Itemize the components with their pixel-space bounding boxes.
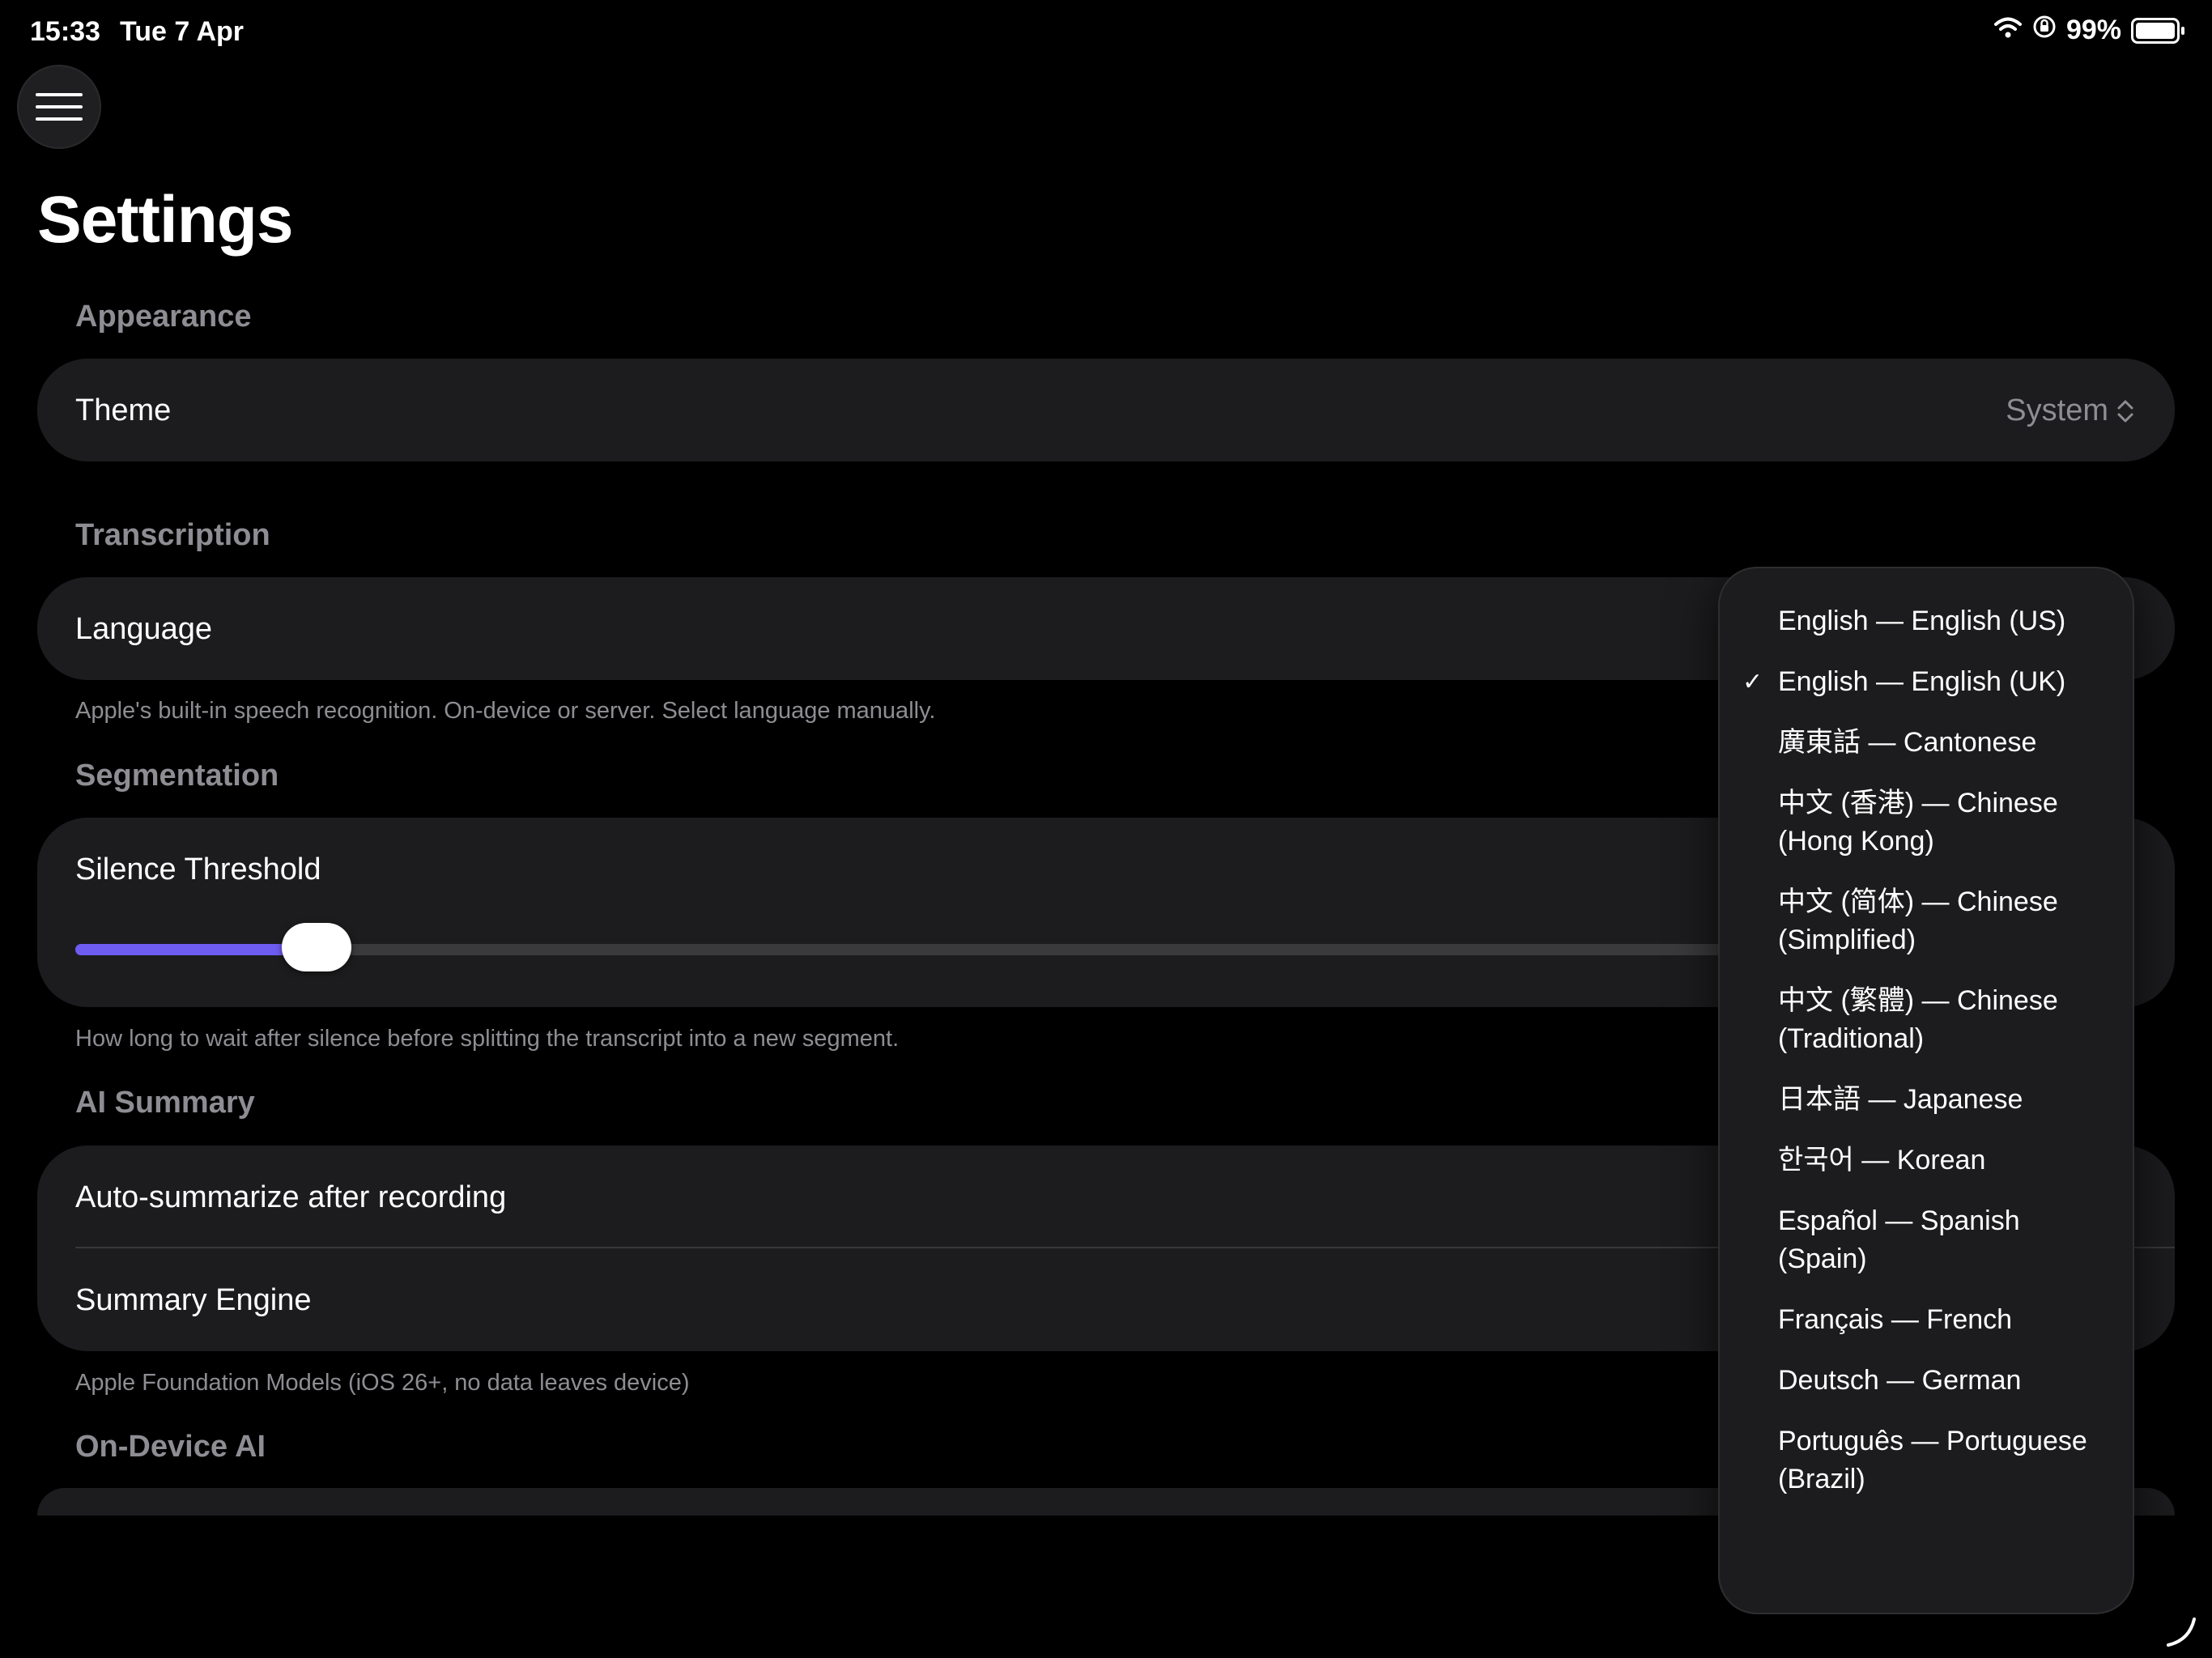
menu-button[interactable] <box>19 66 100 147</box>
ai-summary-footnote: Apple Foundation Models (iOS 26+, no dat… <box>75 1370 690 1396</box>
language-option-label: English — English (UK) <box>1778 666 2066 697</box>
orientation-lock-icon <box>2032 15 2057 46</box>
language-option-label: 中文 (繁體) — Chinese (Traditional) <box>1778 985 2058 1054</box>
slider-thumb[interactable] <box>281 923 351 971</box>
battery-percent: 99% <box>2065 15 2121 45</box>
auto-summarize-label: Auto-summarize after recording <box>75 1180 507 1214</box>
theme-picker[interactable]: System <box>2006 393 2134 428</box>
battery-icon <box>2131 17 2184 44</box>
theme-row[interactable]: Theme System <box>37 359 2175 461</box>
language-label: Language <box>75 612 213 646</box>
transcription-footnote: Apple's built-in speech recognition. On-… <box>75 698 936 724</box>
section-header-ai-summary: AI Summary <box>75 1086 255 1120</box>
checkmark-icon: ✓ <box>1742 669 1763 695</box>
language-option-label: 中文 (简体) — Chinese (Simplified) <box>1778 886 2058 955</box>
chevron-up-down-icon <box>2117 400 2133 422</box>
language-option[interactable]: 中文 (简体) — Chinese (Simplified) <box>1720 872 2133 971</box>
status-date: Tue 7 Apr <box>120 16 245 47</box>
language-option-label: 廣東話 — Cantonese <box>1778 727 2037 758</box>
language-option[interactable]: Español — Spanish (Spain) <box>1720 1191 2133 1290</box>
theme-label: Theme <box>75 393 172 427</box>
language-option-label: Español — Spanish (Spain) <box>1778 1205 2020 1274</box>
language-option[interactable]: Français — French <box>1720 1290 2133 1350</box>
summary-engine-label[interactable]: Summary Engine <box>75 1283 311 1318</box>
section-header-transcription: Transcription <box>75 518 270 552</box>
language-option[interactable]: 廣東話 — Cantonese <box>1720 712 2133 773</box>
language-dropdown-menu: English — English (US) ✓ English — English… <box>1718 567 2134 1614</box>
theme-value: System <box>2006 393 2108 427</box>
section-header-segmentation: Segmentation <box>75 759 279 793</box>
language-option[interactable]: English — English (US) <box>1720 591 2133 652</box>
language-option[interactable]: 中文 (香港) — Chinese (Hong Kong) <box>1720 773 2133 872</box>
hamburger-menu-icon <box>36 93 83 121</box>
language-option-label: Français — French <box>1778 1304 2013 1335</box>
scroll-indicator-icon <box>2167 1618 2196 1647</box>
language-option-label: Português — Portuguese (Brazil) <box>1778 1426 2087 1494</box>
language-option[interactable]: Deutsch — German <box>1720 1350 2133 1411</box>
language-option-label: English — English (US) <box>1778 606 2066 636</box>
language-option[interactable]: 한국어 — Korean <box>1720 1130 2133 1191</box>
status-right: 99% <box>1993 15 2184 46</box>
language-option[interactable]: 中文 (繁體) — Chinese (Traditional) <box>1720 971 2133 1069</box>
section-header-appearance: Appearance <box>75 300 252 334</box>
section-header-on-device-ai: On-Device AI <box>75 1430 266 1464</box>
language-option-label: Deutsch — German <box>1778 1365 2022 1396</box>
page-title: Settings <box>37 183 293 257</box>
segmentation-footnote: How long to wait after silence before sp… <box>75 1026 900 1052</box>
language-option[interactable]: 日本語 — Japanese <box>1720 1069 2133 1130</box>
language-option[interactable]: Português — Portuguese (Brazil) <box>1720 1411 2133 1510</box>
language-option-label: 中文 (香港) — Chinese (Hong Kong) <box>1778 788 2058 857</box>
language-option[interactable]: ✓ English — English (UK) <box>1720 652 2133 712</box>
language-option-label: 日本語 — Japanese <box>1778 1084 2023 1115</box>
wifi-icon <box>1993 15 2023 46</box>
language-option-label: 한국어 — Korean <box>1778 1145 1986 1175</box>
status-time: 15:33 <box>30 16 100 47</box>
silence-threshold-label: Silence Threshold <box>75 852 321 886</box>
slider-fill <box>75 944 317 955</box>
